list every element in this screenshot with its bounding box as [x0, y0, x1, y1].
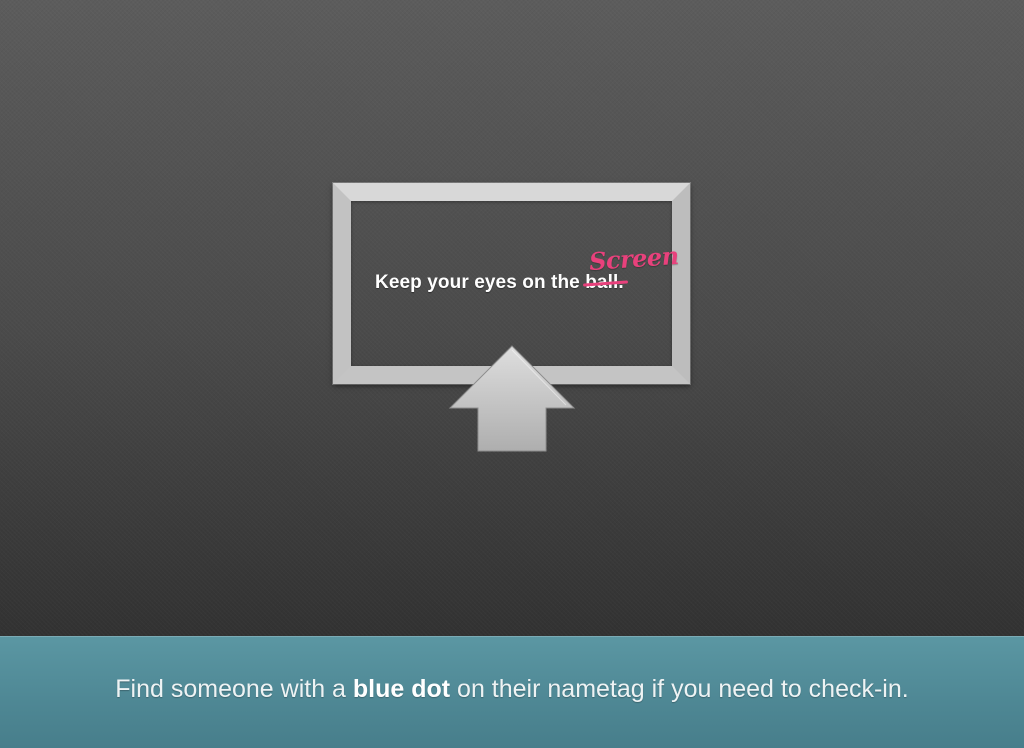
- footer-message-emphasis: blue dot: [352, 675, 451, 703]
- handwritten-correction: Screen: [588, 240, 680, 277]
- footer-message: Find someone with a blue dot on their na…: [0, 675, 1024, 704]
- up-arrow-icon: [448, 345, 576, 452]
- footer-message-before: Find someone with a: [115, 675, 353, 703]
- main-stage: Keep your eyes on the ball. Screen: [0, 0, 1024, 636]
- screen-message-prefix: Keep your eyes on the: [375, 272, 586, 293]
- footer-message-after: on their nametag if you need to check-in…: [450, 675, 909, 703]
- screen-message: Keep your eyes on the ball.: [375, 272, 628, 298]
- footer-banner: Find someone with a blue dot on their na…: [0, 636, 1024, 748]
